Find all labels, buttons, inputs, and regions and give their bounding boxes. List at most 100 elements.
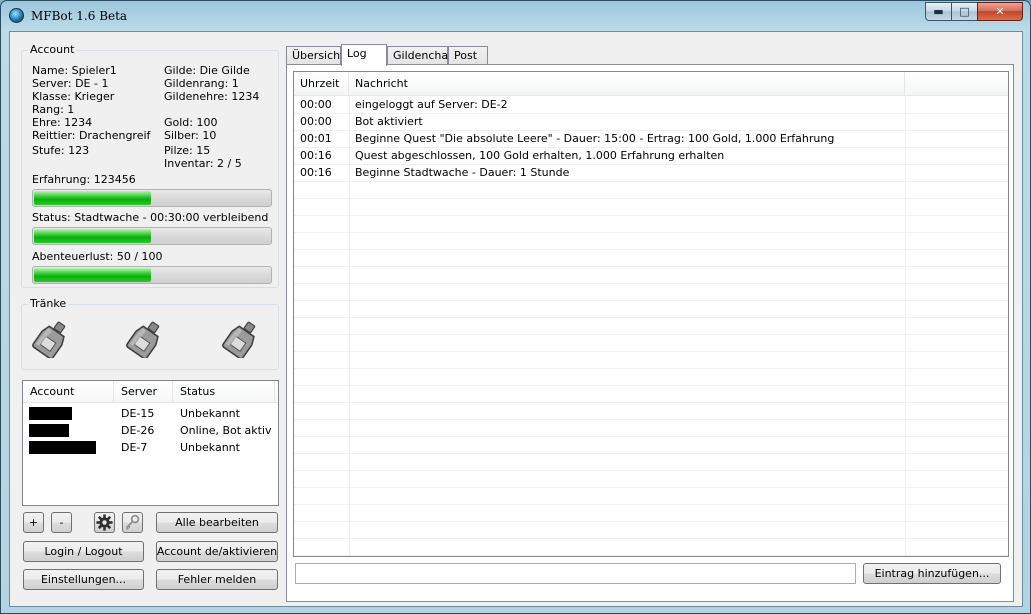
log-row-empty[interactable] <box>294 233 1008 250</box>
log-row-time: 00:00 <box>300 115 332 128</box>
account-class: Klasse: Krieger <box>32 90 115 103</box>
inventory-value: Inventar: 2 / 5 <box>164 157 242 170</box>
column-header-account[interactable]: Account <box>23 381 114 402</box>
tab-log[interactable]: Log <box>341 44 387 66</box>
key-icon-button[interactable] <box>122 512 143 533</box>
status-bar-fill <box>34 229 151 243</box>
potions-group-title: Tränke <box>28 297 69 310</box>
potion-icon[interactable] <box>222 318 262 358</box>
log-row-empty[interactable] <box>294 420 1008 437</box>
log-list-header: Uhrzeit Nachricht <box>294 72 1008 96</box>
log-row-empty[interactable] <box>294 250 1008 267</box>
app-icon <box>9 8 24 23</box>
experience-bar-fill <box>34 191 151 205</box>
log-row-empty[interactable] <box>294 403 1008 420</box>
log-row-empty[interactable] <box>294 369 1008 386</box>
settings-button[interactable]: Einstellungen... <box>23 569 144 590</box>
adventure-bar-fill <box>34 268 151 282</box>
log-row-empty[interactable] <box>294 352 1008 369</box>
log-row[interactable]: 00:16 Beginne Stadtwache - Dauer: 1 Stund… <box>294 165 1008 182</box>
remove-account-button[interactable]: - <box>51 512 72 533</box>
window-title: MFBot 1.6 Beta <box>31 9 128 23</box>
list-item-server: DE-26 <box>121 424 155 437</box>
app-window: MFBot 1.6 Beta ▬ □ ✕ Account Name: Spiel… <box>0 0 1031 614</box>
potion-icon[interactable] <box>32 318 72 358</box>
account-rank: Rang: 1 <box>32 103 75 116</box>
log-row-empty[interactable] <box>294 199 1008 216</box>
log-row-empty[interactable] <box>294 437 1008 454</box>
key-icon <box>125 514 140 530</box>
log-row[interactable]: 00:00 eingeloggt auf Server: DE-2 <box>294 97 1008 114</box>
log-row-empty[interactable] <box>294 539 1008 556</box>
redacted-account-name <box>29 441 96 454</box>
tab-guild-chat[interactable]: Gildenchat <box>387 46 452 65</box>
silver-value: Silber: 10 <box>164 129 217 142</box>
log-list[interactable]: Uhrzeit Nachricht 00:00 eingeloggt auf Se… <box>293 71 1009 557</box>
guild-name: Gilde: Die Gilde <box>164 64 250 77</box>
login-logout-button[interactable]: Login / Logout <box>23 541 144 562</box>
list-item-server: DE-7 <box>121 441 148 454</box>
guild-rank: Gildenrang: 1 <box>164 77 239 90</box>
title-bar[interactable]: MFBot 1.6 Beta ▬ □ ✕ <box>1 1 1030 31</box>
redacted-account-name <box>29 424 69 437</box>
log-row-empty[interactable] <box>294 301 1008 318</box>
status-bar <box>32 227 272 245</box>
close-button[interactable]: ✕ <box>977 2 1023 21</box>
accounts-list[interactable]: Account Server Status DE-15 Unbekannt DE… <box>22 380 279 506</box>
add-account-button[interactable]: + <box>23 512 44 533</box>
log-row[interactable]: 00:01 Beginne Quest "Die absolute Leere" … <box>294 131 1008 148</box>
log-row-empty[interactable] <box>294 284 1008 301</box>
column-header-server[interactable]: Server <box>114 381 173 402</box>
adventure-label: Abenteuerlust: 50 / 100 <box>32 250 163 263</box>
guild-honor: Gildenehre: 1234 <box>164 90 260 103</box>
log-row-empty[interactable] <box>294 454 1008 471</box>
log-row-message: Quest abgeschlossen, 100 Gold erhalten, … <box>355 149 725 162</box>
list-item-server: DE-15 <box>121 407 155 420</box>
column-header-time[interactable]: Uhrzeit <box>294 72 349 95</box>
log-entry-input[interactable] <box>295 563 856 584</box>
log-row-time: 00:01 <box>300 132 332 145</box>
log-row-empty[interactable] <box>294 267 1008 284</box>
experience-bar <box>32 189 272 207</box>
column-header-status[interactable]: Status <box>173 381 275 402</box>
list-item[interactable]: DE-15 Unbekannt <box>23 405 278 422</box>
list-item-status: Unbekannt <box>180 407 240 420</box>
list-item-status: Unbekannt <box>180 441 240 454</box>
log-row-empty[interactable] <box>294 505 1008 522</box>
column-header-message[interactable]: Nachricht <box>349 72 905 95</box>
list-item[interactable]: DE-7 Unbekannt <box>23 439 278 456</box>
log-row-empty[interactable] <box>294 216 1008 233</box>
log-row-message: eingeloggt auf Server: DE-2 <box>355 98 508 111</box>
adventure-bar <box>32 266 272 284</box>
redacted-account-name <box>29 407 72 420</box>
log-row-empty[interactable] <box>294 386 1008 403</box>
list-item[interactable]: DE-26 Online, Bot aktiv <box>23 422 278 439</box>
account-level: Stufe: 123 <box>32 144 90 157</box>
log-row-time: 00:16 <box>300 149 332 162</box>
log-row-empty[interactable] <box>294 335 1008 352</box>
log-row[interactable]: 00:16 Quest abgeschlossen, 100 Gold erhal… <box>294 148 1008 165</box>
log-row-message: Beginne Stadtwache - Dauer: 1 Stunde <box>355 166 570 179</box>
toggle-account-button[interactable]: Account de/aktivieren <box>156 541 278 562</box>
log-row-empty[interactable] <box>294 522 1008 539</box>
log-row-empty[interactable] <box>294 488 1008 505</box>
accounts-list-header: Account Server Status <box>23 381 278 403</box>
log-row-empty[interactable] <box>294 182 1008 199</box>
settings-icon-button[interactable] <box>94 512 115 533</box>
experience-label: Erfahrung: 123456 <box>32 173 136 186</box>
tab-overview[interactable]: Übersicht <box>286 46 344 65</box>
account-honor: Ehre: 1234 <box>32 116 93 129</box>
account-server: Server: DE - 1 <box>32 77 109 90</box>
log-row-time: 00:16 <box>300 166 332 179</box>
log-row-empty[interactable] <box>294 471 1008 488</box>
report-error-button[interactable]: Fehler melden <box>156 569 278 590</box>
edit-all-button[interactable]: Alle bearbeiten <box>156 512 278 533</box>
minimize-button[interactable]: ▬ <box>925 2 952 21</box>
account-mount: Reittier: Drachengreif <box>32 129 151 142</box>
log-row[interactable]: 00:00 Bot aktiviert <box>294 114 1008 131</box>
potion-icon[interactable] <box>126 318 166 358</box>
log-row-empty[interactable] <box>294 318 1008 335</box>
tab-mail[interactable]: Post <box>448 46 488 65</box>
maximize-button[interactable]: □ <box>951 2 978 21</box>
add-entry-button[interactable]: Eintrag hinzufügen... <box>863 563 1001 584</box>
